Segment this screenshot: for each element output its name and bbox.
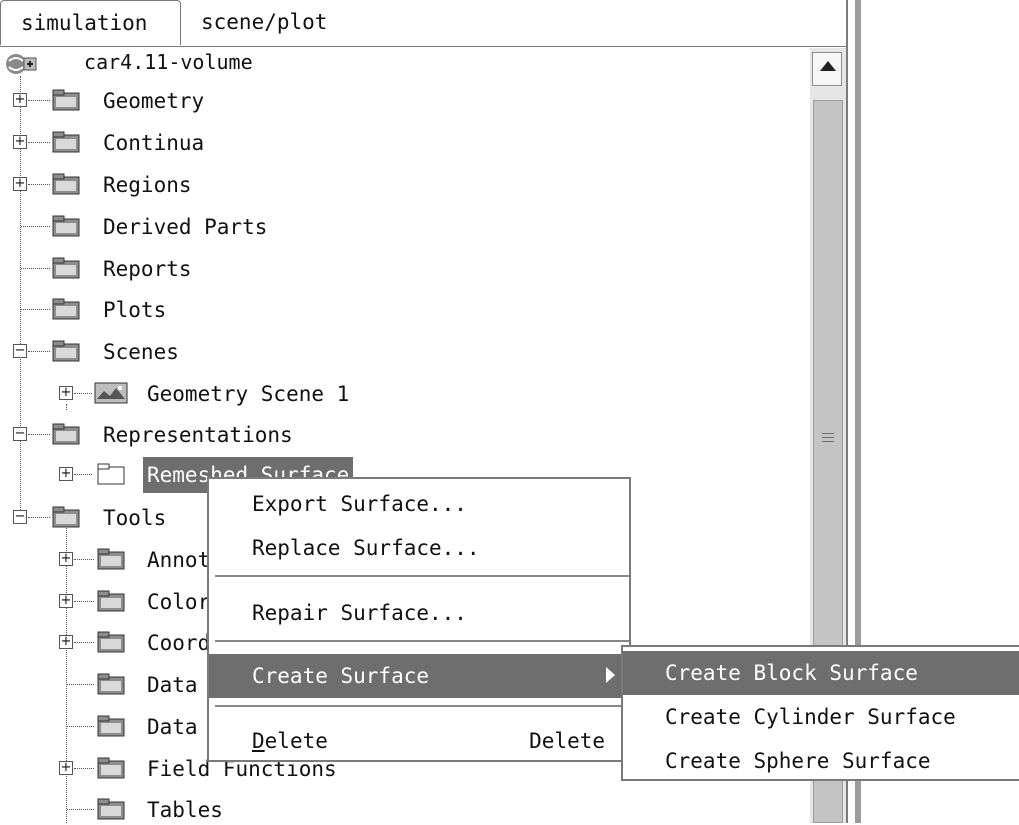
menu-item-replace-surface[interactable]: Replace Surface...: [209, 526, 629, 570]
menu-item-export-surface[interactable]: Export Surface...: [209, 482, 629, 526]
tree-line: [21, 226, 50, 227]
tree-root-item[interactable]: car4.11-volume: [4, 48, 253, 76]
menu-separator: [215, 705, 629, 707]
menu-separator: [215, 575, 629, 577]
folder-icon: [97, 673, 125, 695]
menu-item-create-cylinder-surface[interactable]: Create Cylinder Surface: [623, 695, 1019, 739]
chevron-up-icon: [820, 61, 836, 71]
menu-item-label: elete: [264, 729, 328, 753]
tree-root-label: car4.11-volume: [84, 50, 253, 74]
expand-icon[interactable]: +: [13, 177, 27, 191]
collapse-icon[interactable]: −: [13, 344, 27, 358]
tree-item-label: Regions: [103, 173, 192, 197]
tree-item-label: Tables: [147, 798, 223, 822]
menu-item-create-surface[interactable]: Create Surface: [209, 654, 629, 698]
menu-item-create-sphere-surface[interactable]: Create Sphere Surface: [623, 739, 1019, 783]
folder-icon: [97, 798, 125, 820]
tree-line: [28, 100, 50, 101]
tree-item-label: Derived Parts: [103, 215, 268, 239]
tree-line: [67, 726, 94, 727]
menu-item-create-block-surface[interactable]: Create Block Surface: [623, 651, 1019, 695]
tree-line: [74, 601, 94, 602]
folder-icon: [97, 631, 125, 653]
simulation-icon: [6, 53, 37, 74]
tree-item-regions[interactable]: + Regions: [0, 170, 380, 200]
grip-line: [822, 437, 834, 438]
tree-line: [21, 309, 50, 310]
submenu-arrow-icon: [606, 667, 615, 683]
menu-item-repair-surface[interactable]: Repair Surface...: [209, 591, 629, 635]
expand-icon[interactable]: +: [59, 467, 73, 481]
tree-item-label: Plots: [103, 298, 167, 322]
tree-item-continua[interactable]: + Continua: [0, 128, 380, 158]
expand-icon[interactable]: +: [59, 635, 73, 649]
shortcut-label: Delete: [529, 729, 605, 753]
collapse-icon[interactable]: −: [13, 510, 27, 524]
tree-line: [74, 559, 94, 560]
expand-icon[interactable]: +: [59, 552, 73, 566]
folder-icon: [52, 257, 80, 279]
collapse-icon[interactable]: −: [13, 427, 27, 441]
grip-line: [822, 441, 834, 442]
tree-line: [28, 184, 50, 185]
folder-icon: [97, 715, 125, 737]
folder-icon: [97, 548, 125, 570]
tree-item-label: Representations: [103, 423, 293, 447]
tree-line: [74, 768, 94, 769]
folder-icon: [52, 215, 80, 237]
tree-line: [28, 351, 50, 352]
tree-item-scenes[interactable]: − Scenes: [0, 337, 380, 367]
tree-item-label: Tools: [103, 506, 167, 530]
mnemonic-letter: D: [252, 729, 265, 753]
expand-icon[interactable]: +: [59, 594, 73, 608]
tree-item-reports[interactable]: Reports: [0, 254, 380, 284]
folder-icon: [97, 463, 125, 485]
expand-icon[interactable]: +: [59, 761, 73, 775]
grip-line: [822, 433, 834, 434]
tree-line: [67, 684, 94, 685]
tree-line: [74, 474, 92, 475]
tree-item-derived-parts[interactable]: Derived Parts: [0, 212, 380, 242]
tree-line: [28, 142, 50, 143]
tree-item-representations[interactable]: − Representations: [0, 420, 380, 450]
tree-item-label: Geometry: [103, 89, 205, 113]
tree-line: [28, 434, 50, 435]
folder-icon: [52, 340, 80, 362]
menu-item-delete[interactable]: Delete Delete: [209, 719, 629, 763]
scroll-up-button[interactable]: [812, 52, 842, 86]
folder-icon: [52, 173, 80, 195]
tree-item-label: Reports: [103, 257, 192, 281]
folder-icon: [52, 131, 80, 153]
folder-icon: [52, 298, 80, 320]
tree-item-tables[interactable]: Tables: [0, 795, 420, 825]
tree-line: [28, 517, 50, 518]
tab-bar: simulation scene/plot: [0, 0, 848, 47]
scene-icon: [94, 382, 128, 404]
tree-item-plots[interactable]: Plots: [0, 295, 380, 325]
expand-icon[interactable]: +: [13, 135, 27, 149]
tree-item-geometry[interactable]: + Geometry: [0, 86, 380, 116]
menu-item-label: Create Surface: [252, 664, 430, 688]
tree-item-geometry-scene[interactable]: + Geometry Scene 1: [0, 379, 420, 409]
tab-scene-plot[interactable]: scene/plot: [181, 0, 381, 45]
tree-item-label: Geometry Scene 1: [147, 382, 350, 406]
tree-item-label: Continua: [103, 131, 205, 155]
tree-item-label: Scenes: [103, 340, 179, 364]
context-menu: Export Surface... Replace Surface... Rep…: [207, 477, 631, 762]
folder-icon: [52, 89, 80, 111]
tree-line: [74, 642, 94, 643]
tab-simulation[interactable]: simulation: [0, 0, 181, 45]
folder-icon: [52, 506, 80, 528]
tree-line: [74, 393, 92, 394]
expand-icon[interactable]: +: [59, 386, 73, 400]
tree-line: [67, 809, 94, 810]
expand-icon[interactable]: +: [13, 93, 27, 107]
tree-line: [21, 268, 50, 269]
folder-icon: [97, 590, 125, 612]
folder-icon: [52, 423, 80, 445]
create-surface-submenu: Create Block Surface Create Cylinder Sur…: [621, 645, 1019, 781]
menu-separator: [215, 640, 629, 642]
folder-icon: [97, 757, 125, 779]
